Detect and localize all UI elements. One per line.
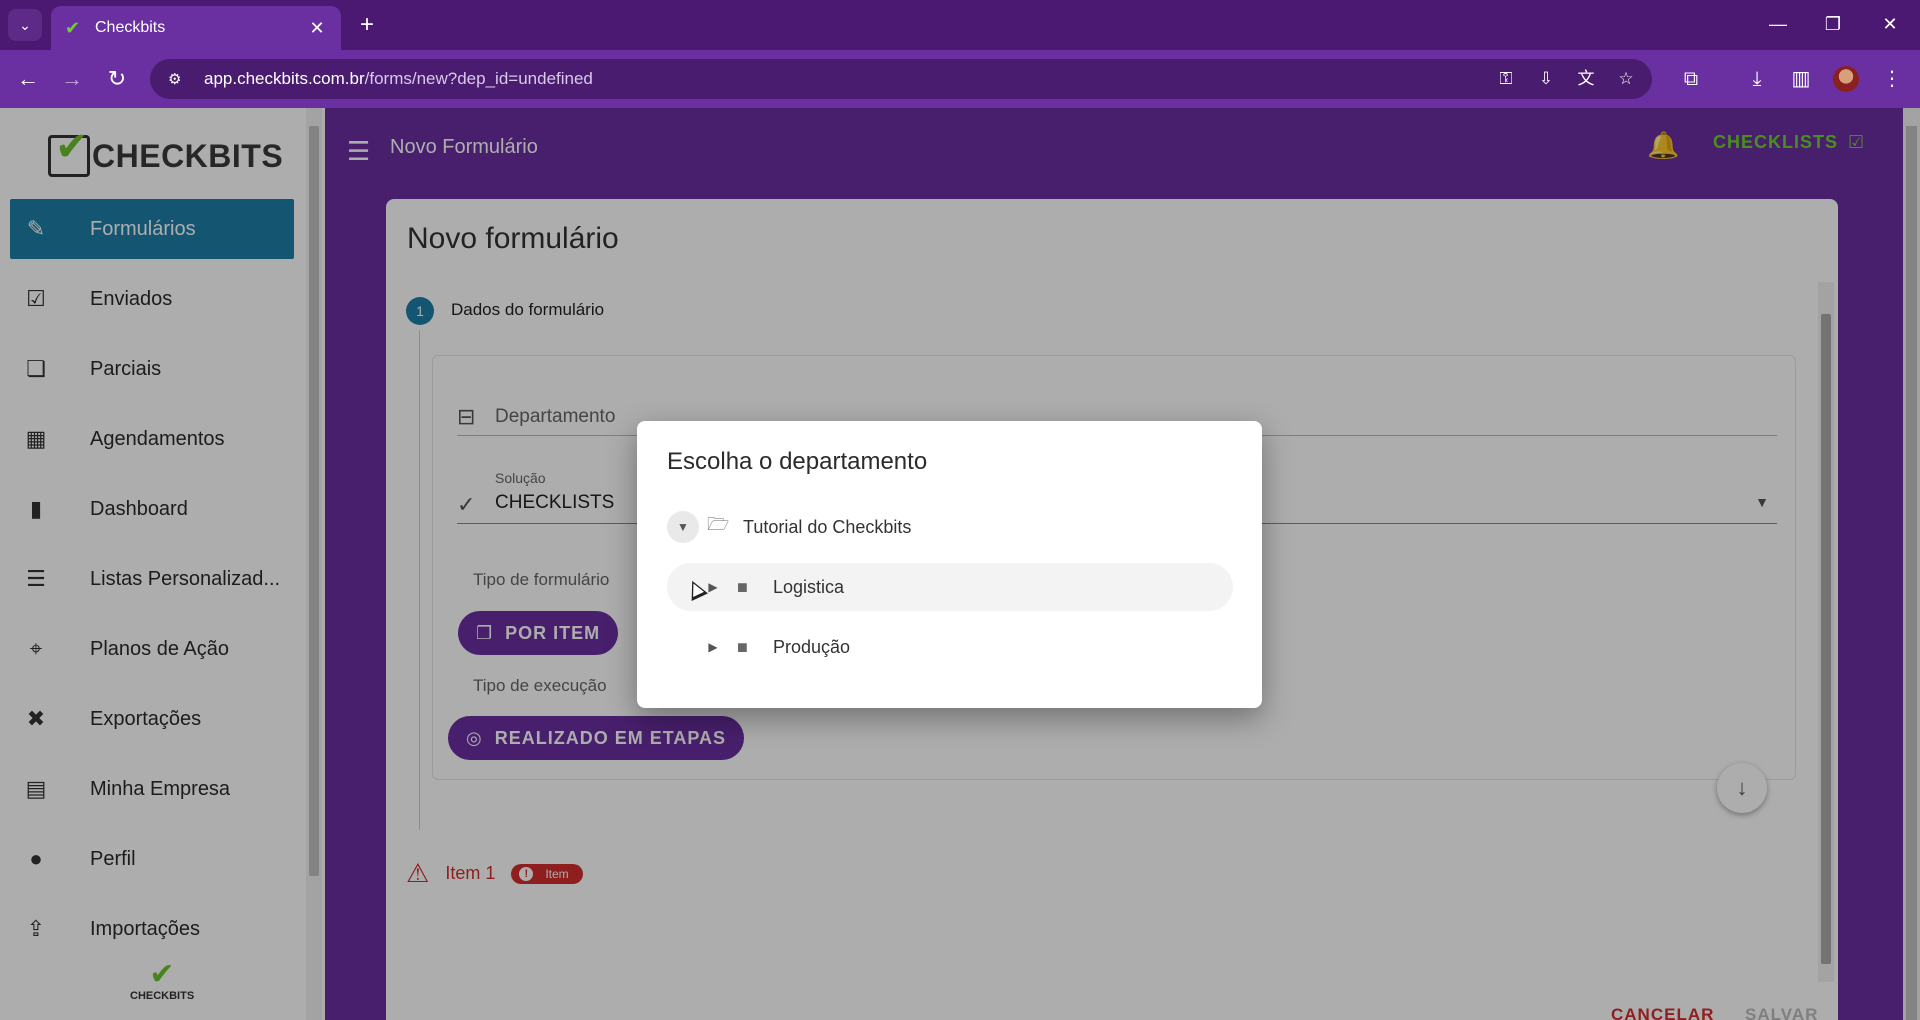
checkbits-favicon-icon: ✔ [65,18,81,38]
browser-tab[interactable]: ✔ Checkbits ✕ [51,6,341,50]
folder-open-icon: 🗁 [707,514,730,534]
translate-icon[interactable]: 文 [1572,65,1600,93]
tree-node-producao[interactable]: ▶ ■ Produção [667,623,1233,671]
extensions-icon[interactable]: ⧉ [1675,63,1707,95]
back-icon[interactable]: ← [12,63,44,95]
minimize-icon[interactable]: — [1758,8,1798,40]
url-text: app.checkbits.com.br/forms/new?dep_id=un… [204,69,593,88]
folder-icon: ■ [737,636,748,657]
tree-node-label: Produção [773,636,851,657]
tree-node-label: Tutorial do Checkbits [743,516,912,537]
tree-node-label: Logistica [773,576,845,597]
new-tab-icon[interactable]: + [352,10,382,40]
tree-node-root[interactable]: ▼ 🗁 Tutorial do Checkbits [667,503,1233,551]
reload-icon[interactable]: ↻ [101,63,133,95]
forward-icon[interactable]: → [56,63,88,95]
bookmark-star-icon[interactable]: ☆ [1612,65,1640,93]
side-panel-icon[interactable]: ▥ [1785,63,1817,95]
install-app-icon[interactable]: ⇩ [1532,65,1560,93]
downloads-icon[interactable]: ⤓ [1741,63,1773,95]
address-bar: ← → ↻ ⚙ app.checkbits.com.br/forms/new?d… [0,50,1920,108]
collapse-caret-icon[interactable]: ▼ [667,511,699,543]
browser-menu-icon[interactable]: ⋮ [1876,63,1908,95]
tab-search-chevron-icon[interactable]: ⌄ [8,9,42,41]
url-omnibox[interactable]: ⚙ app.checkbits.com.br/forms/new?dep_id=… [150,59,1652,99]
profile-avatar[interactable] [1833,66,1859,92]
tab-title: Checkbits [95,19,166,36]
restore-icon[interactable]: ❐ [1813,8,1853,40]
browser-tabbar: ⌄ ✔ Checkbits ✕ + — ❐ ✕ [0,0,1920,50]
password-key-icon[interactable]: ⚿ [1492,65,1520,93]
folder-icon: ■ [737,576,748,597]
dialog-title: Escolha o departamento [667,448,928,475]
site-settings-icon[interactable]: ⚙ [168,70,190,88]
expand-caret-icon[interactable]: ▶ [697,631,729,663]
close-window-icon[interactable]: ✕ [1870,8,1910,40]
department-dialog: Escolha o departamento ▼ 🗁 Tutorial do C… [637,421,1262,708]
close-tab-icon[interactable]: ✕ [307,18,327,39]
tree-node-logistica[interactable]: ▶ ■ Logistica [667,563,1233,611]
